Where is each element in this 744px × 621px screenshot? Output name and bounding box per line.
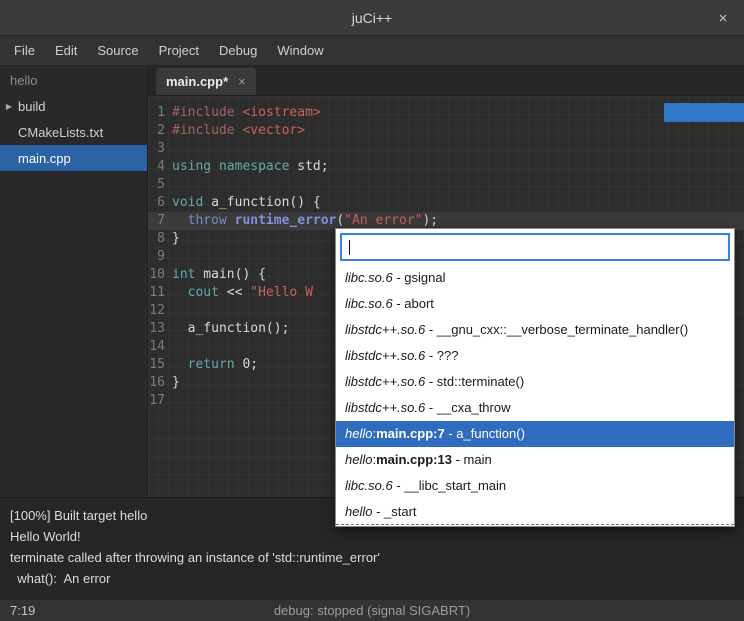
menu-item-debug[interactable]: Debug [209, 36, 267, 66]
app-window: juCi++ × FileEditSourceProjectDebugWindo… [0, 0, 744, 621]
tab-bar: main.cpp* × [148, 66, 744, 96]
line-text: cout << "Hello W [172, 284, 313, 302]
popup-search-box[interactable] [340, 233, 730, 261]
line-number: 9 [148, 248, 172, 266]
menu-item-edit[interactable]: Edit [45, 36, 87, 66]
line-number: 1 [148, 104, 172, 122]
line-number: 17 [148, 392, 172, 410]
line-number: 7 [148, 212, 172, 230]
stack-frame-item[interactable]: libc.so.6 - gsignal [336, 265, 734, 291]
status-bar: debug: stopped (signal SIGABRT) 7:19 [0, 600, 744, 621]
line-text: return 0; [172, 356, 258, 374]
line-text: using namespace std; [172, 158, 329, 176]
output-line: what(): An error [10, 568, 734, 589]
stack-frame-item[interactable]: libc.so.6 - abort [336, 291, 734, 317]
popup-search-input[interactable] [342, 235, 728, 259]
menu-item-window[interactable]: Window [267, 36, 333, 66]
status-debug-message: debug: stopped (signal SIGABRT) [0, 603, 744, 618]
tab-label: main.cpp* [166, 74, 228, 89]
output-line: Hello World! [10, 526, 734, 547]
code-line[interactable]: 5 [148, 176, 744, 194]
line-number: 15 [148, 356, 172, 374]
status-cursor-position: 7:19 [0, 603, 35, 618]
code-line[interactable]: 6void a_function() { [148, 194, 744, 212]
line-number: 3 [148, 140, 172, 158]
tree-item-main-cpp[interactable]: main.cpp [0, 145, 147, 171]
expand-arrow-icon[interactable]: ▶ [0, 102, 18, 111]
tab-main-cpp[interactable]: main.cpp* × [156, 68, 256, 95]
line-text: #include <vector> [172, 122, 305, 140]
window-title: juCi++ [352, 10, 392, 26]
line-number: 10 [148, 266, 172, 284]
line-number: 4 [148, 158, 172, 176]
menu-item-file[interactable]: File [4, 36, 45, 66]
menu-bar: FileEditSourceProjectDebugWindow [0, 36, 744, 66]
line-text: int main() { [172, 266, 266, 284]
stack-frame-item[interactable]: libstdc++.so.6 - __gnu_cxx::__verbose_te… [336, 317, 734, 343]
output-line: terminate called after throwing an insta… [10, 547, 734, 568]
tree-item-build[interactable]: ▶build [0, 93, 147, 119]
stack-trace-popup: libc.so.6 - gsignallibc.so.6 - abortlibs… [335, 228, 735, 527]
line-text: } [172, 230, 180, 248]
line-number: 5 [148, 176, 172, 194]
stack-frame-item[interactable]: libstdc++.so.6 - ??? [336, 343, 734, 369]
line-text: a_function(); [172, 320, 289, 338]
line-number: 11 [148, 284, 172, 302]
scrollbar-thumb[interactable] [664, 103, 744, 122]
stack-frame-item[interactable]: hello:main.cpp:7 - a_function() [336, 421, 734, 447]
line-number: 2 [148, 122, 172, 140]
line-number: 16 [148, 374, 172, 392]
stack-frame-item[interactable]: libstdc++.so.6 - __cxa_throw [336, 395, 734, 421]
title-bar[interactable]: juCi++ × [0, 0, 744, 36]
stack-frame-item[interactable]: hello - _start [336, 499, 734, 525]
file-tree: ▶build CMakeLists.txt main.cpp [0, 93, 147, 171]
code-line[interactable]: 4using namespace std; [148, 158, 744, 176]
code-line[interactable]: 1#include <iostream> [148, 104, 744, 122]
tab-close-icon[interactable]: × [238, 74, 246, 89]
code-line[interactable]: 3 [148, 140, 744, 158]
tree-item-label: build [18, 99, 45, 114]
line-text: void a_function() { [172, 194, 321, 212]
close-icon[interactable]: × [712, 8, 734, 28]
text-caret [349, 240, 350, 255]
line-number: 12 [148, 302, 172, 320]
stack-frame-item[interactable]: hello:main.cpp:13 - main [336, 447, 734, 473]
tree-item-cmakelists-txt[interactable]: CMakeLists.txt [0, 119, 147, 145]
line-text: #include <iostream> [172, 104, 321, 122]
line-number: 13 [148, 320, 172, 338]
line-number: 8 [148, 230, 172, 248]
line-number: 14 [148, 338, 172, 356]
project-name: hello [0, 66, 147, 93]
line-text: } [172, 374, 180, 392]
menu-item-project[interactable]: Project [149, 36, 209, 66]
stack-frame-item[interactable]: libstdc++.so.6 - std::terminate() [336, 369, 734, 395]
code-line[interactable]: 2#include <vector> [148, 122, 744, 140]
menu-item-source[interactable]: Source [87, 36, 148, 66]
line-number: 6 [148, 194, 172, 212]
tree-item-label: CMakeLists.txt [18, 125, 103, 140]
project-sidebar: hello ▶build CMakeLists.txt main.cpp [0, 66, 148, 497]
stack-list: libc.so.6 - gsignallibc.so.6 - abortlibs… [336, 265, 734, 526]
stack-frame-item[interactable]: libc.so.6 - __libc_start_main [336, 473, 734, 499]
tree-item-label: main.cpp [18, 151, 71, 166]
